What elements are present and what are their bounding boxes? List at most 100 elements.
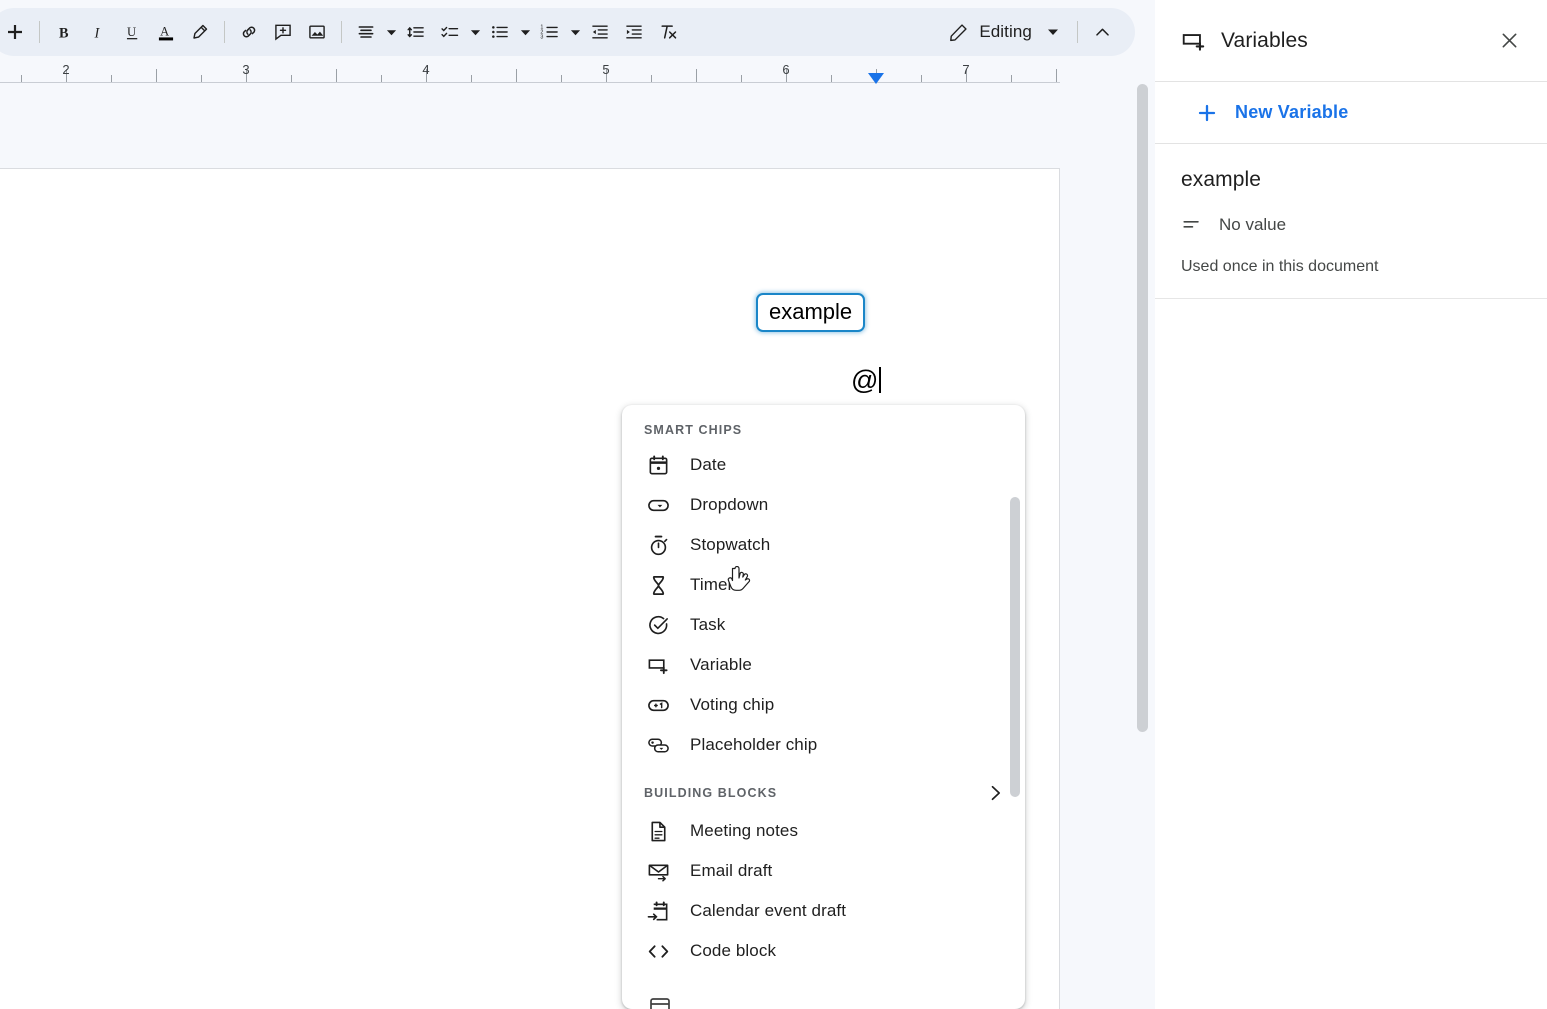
variable-name[interactable]: example (1181, 168, 1521, 192)
hourglass-icon (646, 573, 670, 597)
new-variable-label: New Variable (1235, 102, 1349, 122)
horizontal-ruler[interactable]: 2 3 4 5 6 7 (0, 62, 1155, 88)
new-variable-button[interactable]: New Variable (1155, 82, 1547, 144)
add-comment-button[interactable] (266, 15, 300, 49)
ruler-baseline (0, 82, 1060, 83)
increase-indent-button[interactable] (617, 15, 651, 49)
menu-item-calendar-event-draft[interactable]: Calendar event draft (622, 891, 1025, 931)
menu-item-timer[interactable]: Timer (622, 565, 1025, 605)
menu-item-voting-chip[interactable]: Voting chip (622, 685, 1025, 725)
menu-item-label: Voting chip (690, 695, 775, 714)
variable-chip-example[interactable]: example (756, 293, 866, 332)
decrease-indent-button[interactable] (583, 15, 617, 49)
app-root: B I U A 1 2 3 Editing 2 3 4 5 6 7 exampl… (0, 0, 1547, 1009)
numbered-list-dropdown-caret[interactable] (567, 15, 583, 49)
menu-item-task[interactable]: Task (622, 605, 1025, 645)
ruler-tick (741, 75, 742, 82)
text-color-button[interactable]: A (149, 15, 183, 49)
toolbar-divider (39, 21, 40, 43)
variable-icon (646, 653, 670, 677)
menu-item-label: Task (690, 615, 726, 634)
bold-button[interactable]: B (47, 15, 81, 49)
menu-item-label: Code block (690, 941, 777, 960)
document-scrollbar[interactable] (1137, 84, 1148, 732)
menu-item-label: Email draft (690, 861, 773, 880)
bulleted-list-button[interactable] (483, 15, 517, 49)
voting-chip-icon (646, 693, 670, 717)
short-text-icon (1181, 214, 1203, 236)
code-block-icon (646, 939, 670, 963)
checklist-dropdown-caret[interactable] (467, 15, 483, 49)
chevron-right-icon[interactable] (985, 783, 1005, 803)
insert-image-button[interactable] (300, 15, 334, 49)
ruler-tick (516, 69, 517, 82)
editing-mode-label: Editing (979, 22, 1032, 41)
menu-item-variable[interactable]: Variable (622, 645, 1025, 685)
menu-section-title: SMART CHIPS (644, 423, 743, 437)
plus-icon (1197, 103, 1217, 123)
menu-item-date[interactable]: Date (622, 445, 1025, 485)
at-mention-menu: SMART CHIPS Date Dropdown Stopwatch Timer Tas… (622, 405, 1025, 1009)
menu-item-label: Date (690, 455, 727, 474)
svg-text:U: U (126, 25, 135, 39)
align-dropdown-caret[interactable] (383, 15, 399, 49)
menu-item-label: Calendar event draft (690, 901, 847, 920)
toolbar-divider (341, 21, 342, 43)
calendar-icon (646, 453, 670, 477)
menu-section-header: BUILDING BLOCKS (622, 765, 1025, 811)
bulleted-list-dropdown-caret[interactable] (517, 15, 533, 49)
ruler-tick (111, 75, 112, 82)
variable-value-text: No value (1219, 215, 1287, 234)
menu-item-label: Stopwatch (690, 535, 771, 554)
ruler-tick (471, 75, 472, 82)
variable-icon (1181, 28, 1207, 54)
menu-item-label: Placeholder chip (690, 735, 818, 754)
document-icon (646, 819, 670, 843)
editing-mode-button[interactable]: Editing (938, 14, 1036, 50)
menu-item-label: Meeting notes (690, 821, 799, 840)
close-icon[interactable] (1493, 25, 1525, 57)
svg-text:3: 3 (540, 35, 543, 41)
checklist-button[interactable] (433, 15, 467, 49)
add-button[interactable] (0, 15, 32, 49)
numbered-list-button[interactable]: 1 2 3 (533, 15, 567, 49)
variables-side-panel: Variables New Variable example No value … (1155, 0, 1547, 1009)
align-button[interactable] (349, 15, 383, 49)
ruler-number: 7 (962, 62, 970, 77)
ruler-number: 3 (242, 62, 250, 77)
insert-link-button[interactable] (232, 15, 266, 49)
ruler-tick (21, 75, 22, 82)
menu-sections: SMART CHIPS Date Dropdown Stopwatch Timer Tas… (622, 405, 1025, 971)
menu-section-header: SMART CHIPS (622, 405, 1025, 445)
menu-item-dropdown[interactable]: Dropdown (622, 485, 1025, 525)
ruler-tick (1011, 75, 1012, 82)
stopwatch-icon (646, 533, 670, 557)
line-spacing-button[interactable] (399, 15, 433, 49)
right-indent-marker[interactable] (868, 73, 884, 84)
ruler-tick (381, 75, 382, 82)
italic-button[interactable]: I (81, 15, 115, 49)
editing-mode-caret[interactable] (1036, 15, 1070, 49)
placeholder-chip-icon (646, 733, 670, 757)
email-draft-icon (646, 859, 670, 883)
task-check-icon (646, 613, 670, 637)
at-menu-scrollbar[interactable] (1010, 497, 1020, 797)
menu-item-stopwatch[interactable]: Stopwatch (622, 525, 1025, 565)
variables-panel-header: Variables (1155, 0, 1547, 82)
clear-formatting-button[interactable] (651, 15, 685, 49)
menu-item-label: Timer (690, 575, 734, 594)
highlight-pen-button[interactable] (183, 15, 217, 49)
menu-item-code-block[interactable]: Code block (622, 931, 1025, 971)
menu-item-email-draft[interactable]: Email draft (622, 851, 1025, 891)
ruler-tick (1056, 69, 1057, 82)
document-editor-area: B I U A 1 2 3 Editing 2 3 4 5 6 7 exampl… (0, 0, 1155, 1009)
ruler-tick (561, 75, 562, 82)
variable-value-row[interactable]: No value (1181, 214, 1521, 236)
menu-item-meeting-notes[interactable]: Meeting notes (622, 811, 1025, 851)
ruler-tick (201, 75, 202, 82)
menu-item-placeholder-chip[interactable]: Placeholder chip (622, 725, 1025, 765)
underline-button[interactable]: U (115, 15, 149, 49)
ruler-tick (651, 75, 652, 82)
panel-title: Variables (1221, 28, 1308, 52)
collapse-toolbar-button[interactable] (1085, 15, 1119, 49)
